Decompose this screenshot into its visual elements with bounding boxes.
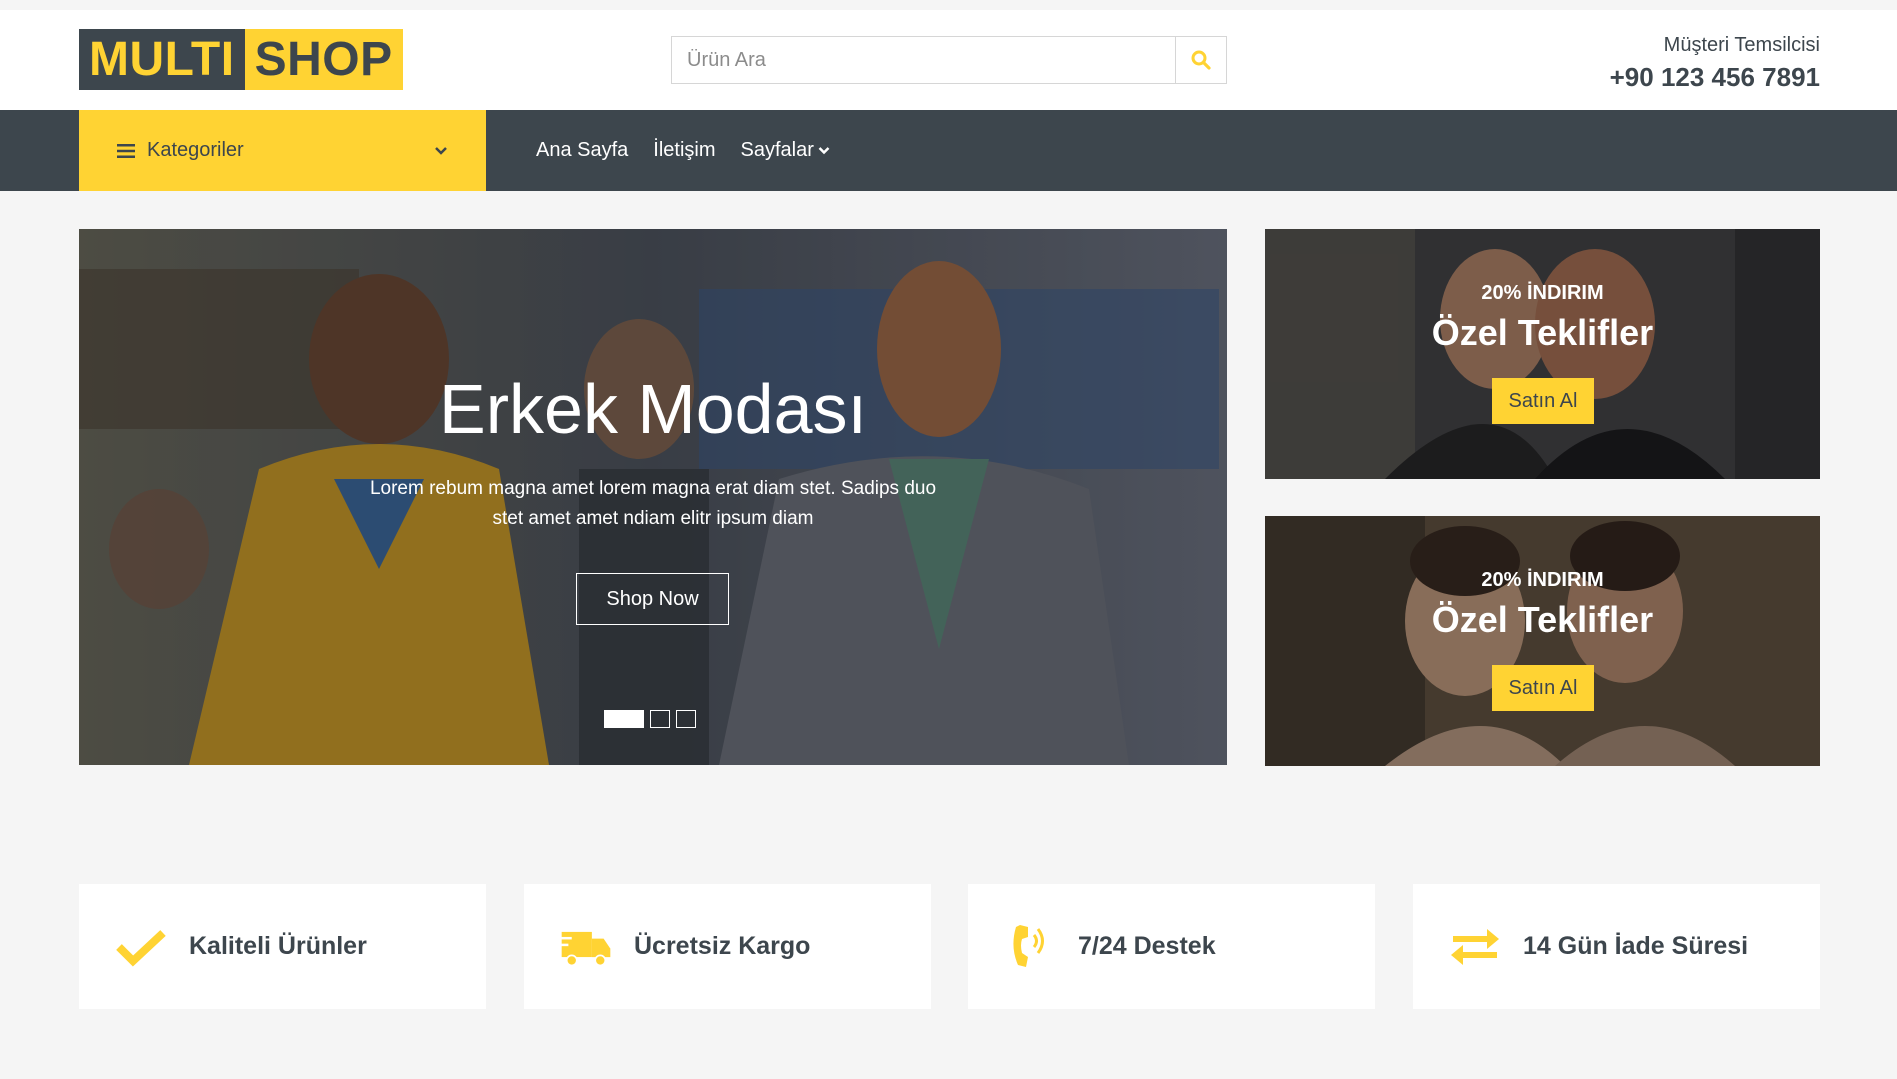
feature-returns: 14 Gün İade Süresi: [1413, 884, 1820, 1009]
feature-support: 7/24 Destek: [968, 884, 1375, 1009]
menu-icon: [117, 143, 135, 158]
hero-carousel: Erkek Modası Lorem rebum magna amet lore…: [79, 229, 1227, 765]
feature-support-label: 7/24 Destek: [1078, 932, 1216, 960]
categories-dropdown-button[interactable]: Kategoriler: [79, 110, 486, 191]
contact-label: Müşteri Temsilcisi: [1663, 34, 1820, 56]
search-button[interactable]: [1175, 37, 1226, 83]
offer-2-title: Özel Teklifler: [1431, 599, 1654, 640]
phone-volume-icon: [1004, 921, 1056, 973]
hero-title: Erkek Modası: [439, 370, 867, 448]
carousel-indicator-1[interactable]: [604, 710, 644, 728]
categories-label: Kategoriler: [147, 139, 244, 161]
contact-phone[interactable]: +90 123 456 7891: [1610, 60, 1820, 94]
feature-free-shipping: Ücretsiz Kargo: [524, 884, 931, 1009]
nav-link-pages-label: Sayfalar: [740, 139, 814, 161]
offer-1-discount: 20% İNDIRIM: [1481, 282, 1604, 304]
offer-2-discount: 20% İNDIRIM: [1481, 569, 1604, 591]
offer-2-buy-button[interactable]: Satın Al: [1492, 665, 1594, 711]
search-icon: [1191, 50, 1211, 70]
brand-logo[interactable]: MULTI SHOP: [79, 29, 403, 90]
features-row: Kaliteli Ürünler Ücretsiz Kargo 7/24 Des…: [79, 884, 1820, 1009]
nav-link-home-label: Ana Sayfa: [536, 139, 629, 161]
search-input[interactable]: [672, 37, 1175, 83]
shop-now-button[interactable]: Shop Now: [576, 573, 729, 625]
chevron-down-icon: [818, 147, 830, 155]
offer-1-buy-button[interactable]: Satın Al: [1492, 378, 1594, 424]
exchange-icon: [1449, 921, 1501, 973]
carousel-indicators: [604, 710, 696, 728]
site-header: MULTI SHOP Müşteri Temsilcisi +90 123 45…: [0, 10, 1897, 110]
search-bar: [671, 36, 1227, 84]
brand-logo-part-1: MULTI: [79, 29, 245, 90]
top-strip: [0, 0, 1897, 10]
brand-logo-part-2: SHOP: [244, 29, 403, 90]
nav-link-contact-label: İletişim: [653, 139, 716, 161]
chevron-down-icon: [435, 146, 447, 155]
offer-2-overlay: [1265, 516, 1820, 766]
offer-card-1: 20% İNDIRIM Özel Teklifler Satın Al: [1265, 229, 1820, 479]
feature-free-shipping-label: Ücretsiz Kargo: [634, 932, 811, 960]
nav-link-pages[interactable]: Sayfalar: [741, 139, 830, 162]
main-navbar: Kategoriler Ana Sayfa İletişim Sayfalar: [0, 110, 1897, 191]
offer-card-2: 20% İNDIRIM Özel Teklifler Satın Al: [1265, 516, 1820, 766]
feature-quality: Kaliteli Ürünler: [79, 884, 486, 1009]
carousel-indicator-2[interactable]: [650, 710, 670, 728]
feature-returns-label: 14 Gün İade Süresi: [1523, 932, 1749, 960]
hero-description: Lorem rebum magna amet lorem magna erat …: [369, 478, 937, 529]
feature-quality-label: Kaliteli Ürünler: [189, 932, 367, 960]
nav-links: Ana Sayfa İletişim Sayfalar: [536, 110, 830, 191]
offer-1-title: Özel Teklifler: [1431, 312, 1654, 353]
nav-link-home[interactable]: Ana Sayfa: [536, 139, 628, 162]
hero-content: Erkek Modası Lorem rebum magna amet lore…: [79, 229, 1227, 765]
offer-1-overlay: [1265, 229, 1820, 479]
carousel-indicator-3[interactable]: [676, 710, 696, 728]
nav-link-contact[interactable]: İletişim: [653, 139, 715, 162]
contact-info: Müşteri Temsilcisi +90 123 456 7891: [1610, 32, 1820, 94]
check-icon: [115, 921, 167, 973]
truck-icon: [560, 921, 612, 973]
